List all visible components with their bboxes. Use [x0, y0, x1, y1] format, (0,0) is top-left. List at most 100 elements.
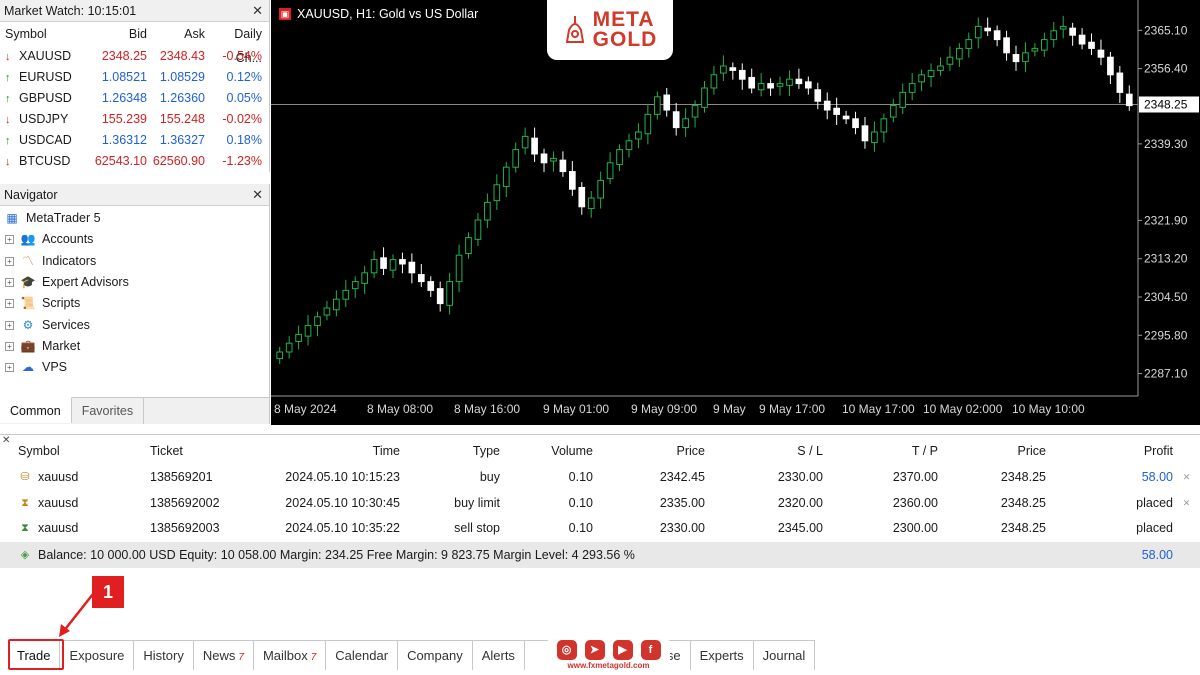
candlestick-chart[interactable]: 2365.10 2356.40 2339.30 2321.90 2313.20 2304.… [271, 0, 1200, 425]
column-header-symbol[interactable]: Symbol [0, 22, 90, 46]
trade-type: buy [479, 470, 500, 484]
candle-body [644, 113, 652, 135]
trade-take-profit[interactable]: 2360.00 [823, 491, 938, 516]
tab-favorites[interactable]: Favorites [72, 398, 145, 424]
tab-exposure[interactable]: Exposure [60, 640, 135, 670]
candle-body [342, 289, 350, 300]
trade-current-price: 2348.25 [1000, 470, 1046, 484]
tab-company[interactable]: Company [398, 640, 473, 670]
expand-icon[interactable]: + [5, 320, 14, 330]
trade-stop-loss[interactable]: 2330.00 [705, 465, 823, 490]
trade-take-profit[interactable]: 2300.00 [823, 516, 938, 541]
telegram-icon[interactable]: ➤ [584, 640, 605, 660]
tab-journal[interactable]: Journal [753, 640, 816, 670]
price-chart[interactable]: 2365.10 2356.40 2339.30 2321.90 2313.20 2304.… [271, 0, 1200, 425]
facebook-icon[interactable]: f [640, 640, 661, 660]
time-axis-label: 10 May 17:00 [842, 402, 915, 416]
symbol-row-usdjpy[interactable]: ↓ USDJPY 155.239 155.248 -0.02% [0, 109, 269, 130]
candle-body [1022, 52, 1029, 63]
tab-spacer [0, 640, 8, 675]
trade-symbol: xauusd [38, 495, 79, 510]
column-header-volume[interactable]: Volume [500, 441, 593, 461]
candle-body [295, 333, 302, 342]
column-header-symbol[interactable]: Symbol [0, 441, 140, 461]
expand-icon[interactable]: + [5, 256, 14, 266]
column-header-tp[interactable]: T / P [823, 441, 938, 461]
trade-row[interactable]: ⧗ xauusd 1385692002 2024.05.10 10:30:45 buy … [0, 491, 1200, 516]
trade-stop-loss[interactable]: 2345.00 [705, 516, 823, 541]
tab-mailbox[interactable]: Mailbox 7 [253, 640, 327, 670]
step-callout: 1 [92, 576, 124, 608]
arrow-down-icon: ↓ [5, 156, 11, 168]
symbol-row-eurusd[interactable]: ↑ EURUSD 1.08521 1.08529 0.12% [0, 67, 269, 88]
balance-profit: 58.00 [1141, 548, 1173, 562]
symbol-row-gbpusd[interactable]: ↑ GBPUSD 1.26348 1.26360 0.05% [0, 88, 269, 109]
symbol-name: USDCAD [19, 133, 72, 147]
daily-change-cell: -0.02% [222, 112, 262, 126]
column-header-ticket[interactable]: Ticket [140, 441, 270, 461]
column-header-ask[interactable]: Ask [147, 22, 205, 46]
navigator-item-label: Accounts [42, 232, 94, 247]
expand-icon[interactable]: + [5, 278, 14, 288]
trade-symbol-cell: ⧗ xauusd [0, 491, 140, 516]
close-order-icon[interactable]: ✕ [1173, 465, 1200, 490]
trade-take-profit[interactable]: 2370.00 [823, 465, 938, 490]
close-icon[interactable]: ✕ [252, 184, 263, 206]
column-header-profit[interactable]: Profit [1046, 441, 1173, 461]
expand-icon[interactable]: + [5, 341, 14, 351]
expand-icon[interactable]: + [5, 235, 14, 245]
tab-history[interactable]: History [134, 640, 194, 670]
navigator-item-scripts[interactable]: + 📜 Scripts [0, 293, 269, 314]
navigator-title-bar: Navigator ✕ [0, 184, 269, 206]
chart-window-icon: ▣ [279, 8, 291, 20]
navigator-item-vps[interactable]: + ☁ VPS [0, 357, 269, 378]
tab-common[interactable]: Common [0, 397, 72, 423]
symbol-row-xauusd[interactable]: ↓ XAUUSD 2348.25 2348.43 -0.54% [0, 46, 269, 67]
symbol-row-btcusd[interactable]: ↓ BTCUSD 62543.10 62560.90 -1.23% [0, 151, 269, 172]
bid-cell: 1.08521 [101, 70, 147, 84]
symbol-row-usdcad[interactable]: ↑ USDCAD 1.36312 1.36327 0.18% [0, 130, 269, 151]
navigator-item-indicators[interactable]: + 〽 Indicators [0, 251, 269, 272]
trade-profit: placed [1136, 495, 1173, 510]
column-header-time[interactable]: Time [270, 441, 400, 461]
navigator-item-expert-advisors[interactable]: + 🎓 Expert Advisors [0, 272, 269, 293]
price-axis-label: 2304.50 [1144, 290, 1188, 304]
instagram-icon[interactable]: ◎ [556, 640, 577, 660]
metatrader-icon: ▦ [6, 211, 18, 226]
navigator-root[interactable]: ▦ MetaTrader 5 [0, 208, 269, 229]
tab-calendar[interactable]: Calendar [326, 640, 399, 670]
navigator-item-services[interactable]: + ⚙ Services [0, 314, 269, 335]
close-order-icon[interactable] [1173, 516, 1200, 541]
trade-stop-loss[interactable]: 2320.00 [705, 491, 823, 516]
tab-news[interactable]: News 7 [193, 640, 254, 670]
tab-alerts[interactable]: Alerts [472, 640, 525, 670]
expand-icon[interactable]: + [5, 363, 14, 373]
column-header-type[interactable]: Type [400, 441, 500, 461]
candle-body [625, 140, 633, 151]
navigator-item-market[interactable]: + 💼 Market [0, 336, 269, 357]
scripts-icon: 📜 [20, 296, 36, 311]
trade-row[interactable]: ⧗ xauusd 1385692003 2024.05.10 10:35:22 sell… [0, 516, 1200, 541]
candle-body [597, 179, 604, 199]
column-header-sl[interactable]: S / L [705, 441, 823, 461]
market-icon: 💼 [20, 338, 36, 353]
close-icon[interactable]: ✕ [252, 0, 263, 22]
candle-body [908, 83, 916, 93]
candle-body [314, 316, 321, 327]
tab-experts[interactable]: Experts [690, 640, 754, 670]
close-order-icon[interactable]: ✕ [1173, 491, 1200, 516]
navigator-item-accounts[interactable]: + 👥 Accounts [0, 229, 269, 250]
column-header-daily-change[interactable]: Daily Ch... [205, 22, 266, 65]
candle-body [1050, 30, 1058, 41]
column-header-bid[interactable]: Bid [90, 22, 147, 46]
time-axis-label: 9 May 17:00 [759, 402, 825, 416]
social-links: ◎ ➤ ▶ f www.fxmetagold.com [547, 636, 670, 675]
youtube-icon[interactable]: ▶ [612, 640, 633, 660]
website-url[interactable]: www.fxmetagold.com [547, 661, 670, 670]
column-header-current-price[interactable]: Price [938, 441, 1046, 461]
column-header-price[interactable]: Price [593, 441, 705, 461]
trade-type: sell stop [454, 521, 500, 535]
trade-row[interactable]: ⛁ xauusd 138569201 2024.05.10 10:15:23 buy 0.… [0, 465, 1200, 490]
candle-body [285, 342, 293, 353]
expand-icon[interactable]: + [5, 299, 14, 309]
